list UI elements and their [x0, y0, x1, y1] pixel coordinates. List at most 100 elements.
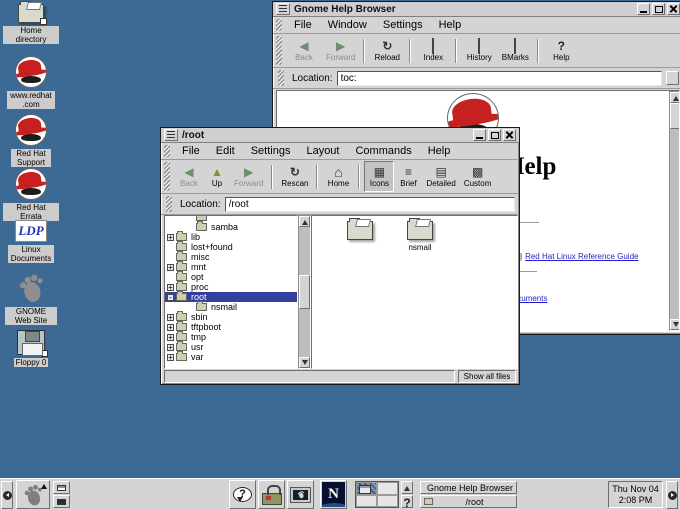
- expander-icon[interactable]: [187, 224, 194, 231]
- minimize-button[interactable]: [473, 129, 486, 141]
- tree-item[interactable]: +usr: [165, 342, 297, 352]
- toolbar-grip[interactable]: [276, 36, 282, 65]
- help-titlebar[interactable]: Gnome Help Browser: [273, 2, 680, 17]
- back-button[interactable]: Back: [286, 35, 322, 66]
- toolbar-grip[interactable]: [164, 162, 170, 191]
- tasklist-up-icon[interactable]: [401, 481, 413, 494]
- tree-item[interactable]: [165, 215, 297, 222]
- close-button[interactable]: [667, 3, 680, 15]
- desktop-icon-red-hat-support[interactable]: Red Hat Support: [0, 114, 62, 167]
- window-menu-icon[interactable]: [164, 129, 178, 141]
- scrollbar-thumb[interactable]: [299, 275, 310, 309]
- tree-item[interactable]: +var: [165, 352, 297, 362]
- help-launcher[interactable]: [229, 480, 256, 509]
- index-button[interactable]: Index: [415, 35, 451, 66]
- maximize-button[interactable]: [488, 129, 501, 141]
- location-input[interactable]: [225, 197, 515, 212]
- mini-screen-button[interactable]: [53, 495, 70, 508]
- desktop-icon-gnome-web-site[interactable]: GNOME Web Site: [0, 272, 62, 325]
- tree-item[interactable]: lost+found: [165, 242, 297, 252]
- tree-item[interactable]: nsmail: [165, 302, 297, 312]
- expander-icon[interactable]: -: [167, 294, 174, 301]
- scroll-up-icon[interactable]: [299, 216, 310, 227]
- menu-settings[interactable]: Settings: [243, 144, 299, 158]
- bmarks-button[interactable]: BMarks: [497, 35, 533, 66]
- expander-icon[interactable]: [167, 274, 174, 281]
- expander-icon[interactable]: +: [167, 234, 174, 241]
- pager-desktop-1[interactable]: [356, 482, 377, 495]
- expander-icon[interactable]: [187, 304, 194, 311]
- history-button[interactable]: History: [461, 35, 497, 66]
- brief-view-button[interactable]: Brief: [394, 161, 422, 192]
- expander-icon[interactable]: [187, 215, 194, 221]
- locbar-grip[interactable]: [166, 196, 172, 212]
- netscape-launcher[interactable]: [320, 480, 347, 509]
- config-tool-launcher[interactable]: [258, 480, 285, 509]
- desktop-icon-linux-documents[interactable]: LDP Linux Documents: [0, 220, 62, 263]
- menu-help[interactable]: Help: [431, 18, 470, 32]
- menu-file[interactable]: File: [174, 144, 208, 158]
- custom-view-button[interactable]: Custom: [460, 161, 496, 192]
- scroll-down-icon[interactable]: [299, 357, 310, 368]
- window-menu-icon[interactable]: [276, 3, 290, 15]
- terminal-launcher[interactable]: [287, 480, 314, 509]
- tree-item-selected[interactable]: -root: [165, 292, 297, 302]
- scrollbar-thumb[interactable]: [670, 103, 680, 129]
- tree-item[interactable]: +proc: [165, 282, 297, 292]
- location-dropdown-button[interactable]: [666, 71, 679, 85]
- pager-desktop-3[interactable]: [356, 495, 377, 508]
- fm-titlebar[interactable]: /root: [161, 128, 519, 143]
- back-button[interactable]: Back: [174, 161, 204, 192]
- minimize-button[interactable]: [637, 3, 650, 15]
- tree-item[interactable]: samba: [165, 222, 297, 232]
- desktop-icon-home-directory[interactable]: Home directory: [0, 4, 62, 44]
- scroll-down-icon[interactable]: [670, 319, 680, 330]
- tree-scrollbar[interactable]: [298, 215, 311, 369]
- panel-hide-right-button[interactable]: [666, 481, 678, 509]
- tree-item[interactable]: opt: [165, 272, 297, 282]
- close-button[interactable]: [503, 129, 516, 141]
- expander-icon[interactable]: +: [167, 264, 174, 271]
- main-menu-button[interactable]: [16, 480, 50, 509]
- expander-icon[interactable]: +: [167, 334, 174, 341]
- menu-layout[interactable]: Layout: [298, 144, 347, 158]
- pager-desktop-2[interactable]: [377, 482, 398, 495]
- desktop-icon-www-redhat-com[interactable]: www.redhat.com: [0, 56, 62, 109]
- task-root-folder[interactable]: /root: [420, 495, 517, 508]
- home-button[interactable]: Home: [322, 161, 354, 192]
- locbar-grip[interactable]: [278, 70, 284, 86]
- forward-button[interactable]: Forward: [322, 35, 359, 66]
- pager-desktop-4[interactable]: [377, 495, 398, 508]
- pager-applet[interactable]: [355, 481, 399, 508]
- location-input[interactable]: [337, 71, 662, 86]
- menubar-grip[interactable]: [164, 145, 170, 157]
- reload-button[interactable]: Reload: [369, 35, 405, 66]
- up-button[interactable]: Up: [204, 161, 230, 192]
- expander-icon[interactable]: [167, 244, 174, 251]
- panel-hide-left-button[interactable]: [1, 481, 13, 509]
- rescan-button[interactable]: Rescan: [277, 161, 312, 192]
- expander-icon[interactable]: +: [167, 344, 174, 351]
- task-help-browser[interactable]: Gnome Help Browser: [420, 481, 517, 494]
- tree-item[interactable]: +mnt: [165, 262, 297, 272]
- tree-item[interactable]: +tftpboot: [165, 322, 297, 332]
- reference-guide-link[interactable]: Red Hat Linux Reference Guide: [525, 252, 638, 261]
- scroll-up-icon[interactable]: [670, 92, 680, 103]
- menubar-grip[interactable]: [276, 19, 282, 31]
- menu-commands[interactable]: Commands: [347, 144, 419, 158]
- mini-window-button[interactable]: [53, 481, 70, 494]
- expander-icon[interactable]: +: [167, 284, 174, 291]
- desktop-icon-floppy-0[interactable]: Floppy 0: [0, 330, 62, 367]
- menu-file[interactable]: File: [286, 18, 320, 32]
- expander-icon[interactable]: +: [167, 354, 174, 361]
- menu-window[interactable]: Window: [320, 18, 375, 32]
- icons-view-button[interactable]: Icons: [364, 161, 394, 192]
- expander-icon[interactable]: +: [167, 314, 174, 321]
- menu-help[interactable]: Help: [420, 144, 459, 158]
- menu-settings[interactable]: Settings: [375, 18, 431, 32]
- file-icon-nsmail[interactable]: nsmail: [394, 221, 446, 252]
- expander-icon[interactable]: [167, 254, 174, 261]
- detailed-view-button[interactable]: Detailed: [422, 161, 459, 192]
- expander-icon[interactable]: +: [167, 324, 174, 331]
- tasklist-question-icon[interactable]: [401, 495, 413, 508]
